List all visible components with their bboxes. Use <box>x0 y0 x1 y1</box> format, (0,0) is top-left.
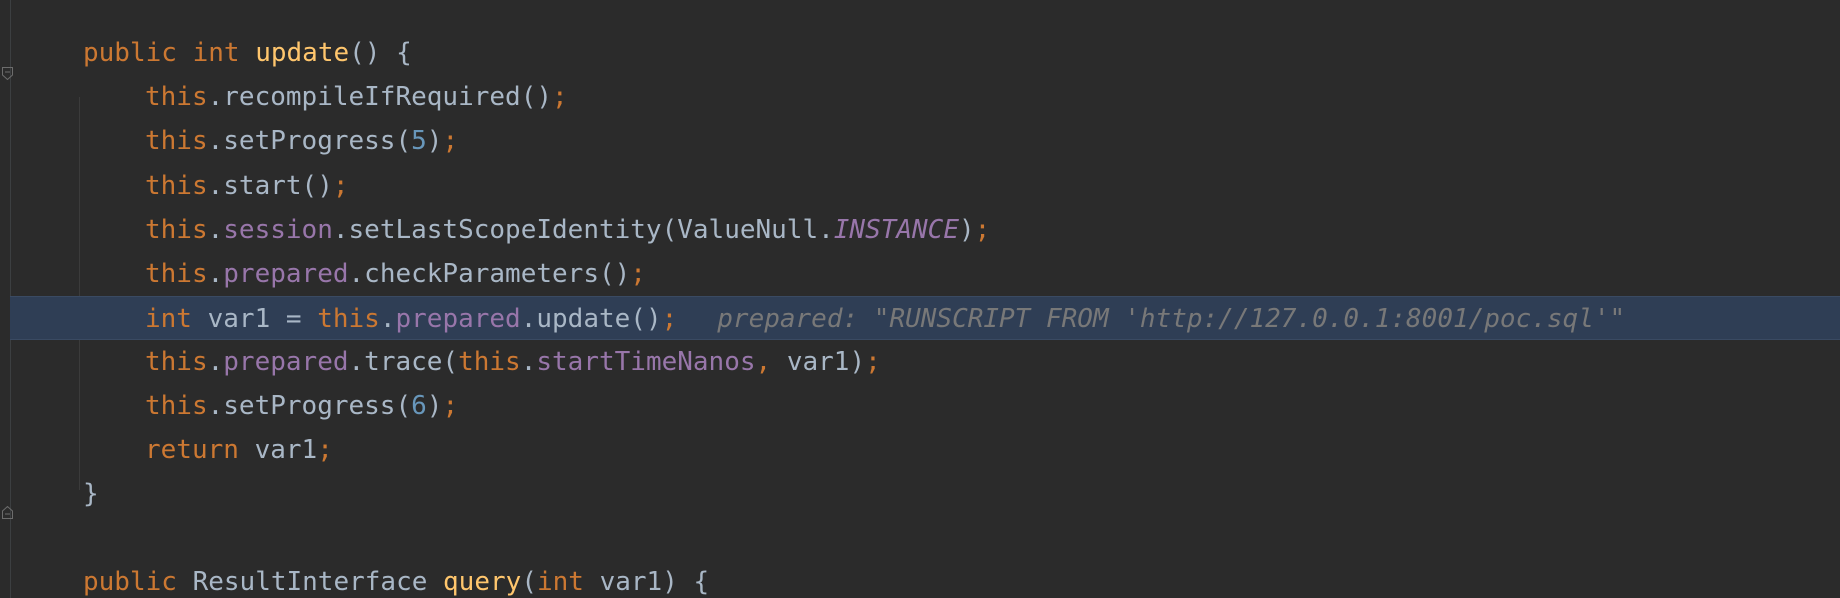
code-token: prepared <box>395 304 521 334</box>
code-token: ; <box>865 347 881 377</box>
code-token: ; <box>552 82 568 112</box>
code-token: session <box>223 215 333 245</box>
code-token: var1) { <box>583 567 710 597</box>
code-token: this <box>145 391 208 421</box>
code-token: ) <box>426 126 443 156</box>
code-text: public int update() { <box>83 31 412 75</box>
code-token: ( <box>521 567 537 597</box>
code-line[interactable]: this.prepared.trace(this.startTimeNanos,… <box>0 340 1840 384</box>
code-token: int <box>536 567 584 597</box>
code-token: this <box>458 347 521 377</box>
code-text: this.recompileIfRequired(); <box>145 75 568 119</box>
code-editor[interactable]: public int update() {this.recompileIfReq… <box>0 0 1840 598</box>
code-text: this.start(); <box>145 164 349 208</box>
code-token: ) <box>426 391 443 421</box>
current-line[interactable]: int var1 = this.prepared.update(); prepar… <box>10 296 1840 340</box>
code-token: .checkParameters() <box>348 259 631 289</box>
code-token: ResultInterface <box>176 567 444 597</box>
code-token: ; <box>332 171 349 201</box>
code-token: this <box>145 347 208 377</box>
code-token: . <box>379 304 396 334</box>
code-token: update <box>255 38 350 68</box>
code-token: ; <box>630 259 646 289</box>
code-line[interactable] <box>0 516 1840 560</box>
inline-debug-value-hint: prepared: "RUNSCRIPT FROM 'http://127.0.… <box>717 304 1626 334</box>
code-line[interactable]: } <box>0 472 1840 516</box>
code-line[interactable]: this.session.setLastScopeIdentity(ValueN… <box>0 208 1840 252</box>
code-token: public <box>83 567 177 597</box>
code-token: . <box>520 347 537 377</box>
code-line[interactable]: this.setProgress(6); <box>0 384 1840 428</box>
code-token: ; <box>974 215 991 245</box>
code-text: this.prepared.trace(this.startTimeNanos,… <box>145 340 881 384</box>
code-token: .setProgress( <box>207 391 412 421</box>
code-token: int <box>145 304 192 334</box>
code-token: . <box>207 215 224 245</box>
code-token: INSTANCE <box>833 215 959 245</box>
code-token: this <box>145 171 208 201</box>
code-token: .recompileIfRequired() <box>207 82 552 112</box>
code-text: this.prepared.checkParameters(); <box>145 252 646 296</box>
code-token: ; <box>661 304 678 334</box>
code-line[interactable]: this.setProgress(5); <box>0 119 1840 163</box>
code-token: this <box>145 215 208 245</box>
code-line[interactable]: public int update() { <box>0 31 1840 75</box>
code-token: int <box>192 38 240 68</box>
code-line[interactable]: return var1; <box>0 428 1840 472</box>
code-text: int var1 = this.prepared.update(); prepar… <box>145 297 1625 341</box>
code-token: prepared <box>223 259 349 289</box>
code-text: this.session.setLastScopeIdentity(ValueN… <box>145 208 990 252</box>
code-line[interactable]: public ResultInterface query(int var1) { <box>0 560 1840 598</box>
code-token: .trace( <box>348 347 459 377</box>
code-token: this <box>317 304 380 334</box>
code-token: .setProgress( <box>207 126 412 156</box>
code-text: this.setProgress(6); <box>145 384 458 428</box>
code-text: this.setProgress(5); <box>145 119 458 163</box>
code-line[interactable]: this.start(); <box>0 164 1840 208</box>
code-token: () { <box>349 38 412 68</box>
code-token: ; <box>442 391 459 421</box>
code-token: } <box>83 479 99 509</box>
code-token: . <box>207 347 224 377</box>
code-token: ; <box>442 126 459 156</box>
code-token: this <box>145 82 208 112</box>
code-token: ) <box>959 215 975 245</box>
code-token: 6 <box>411 391 427 421</box>
code-token: .setLastScopeIdentity(ValueNull. <box>332 215 834 245</box>
code-token: var1) <box>786 347 866 377</box>
code-text: public ResultInterface query(int var1) { <box>83 560 709 598</box>
code-line[interactable]: this.prepared.checkParameters(); <box>0 252 1840 296</box>
code-text: return var1; <box>145 428 333 472</box>
code-token: . <box>207 259 224 289</box>
code-token: var1 = <box>191 304 318 334</box>
code-token: .update() <box>520 304 662 334</box>
code-token: this <box>145 259 208 289</box>
code-line[interactable]: this.recompileIfRequired(); <box>0 75 1840 119</box>
code-token: this <box>145 126 208 156</box>
code-token: ; <box>317 435 333 465</box>
code-token: startTimeNanos <box>536 347 756 377</box>
code-token: .start() <box>207 171 333 201</box>
code-token: query <box>443 567 522 597</box>
code-token: prepared <box>223 347 349 377</box>
code-token: , <box>755 347 787 377</box>
code-token: return <box>145 435 239 465</box>
code-text: } <box>83 472 99 516</box>
code-token: var1 <box>238 435 318 465</box>
code-token: public <box>83 38 177 68</box>
code-token: 5 <box>411 126 427 156</box>
